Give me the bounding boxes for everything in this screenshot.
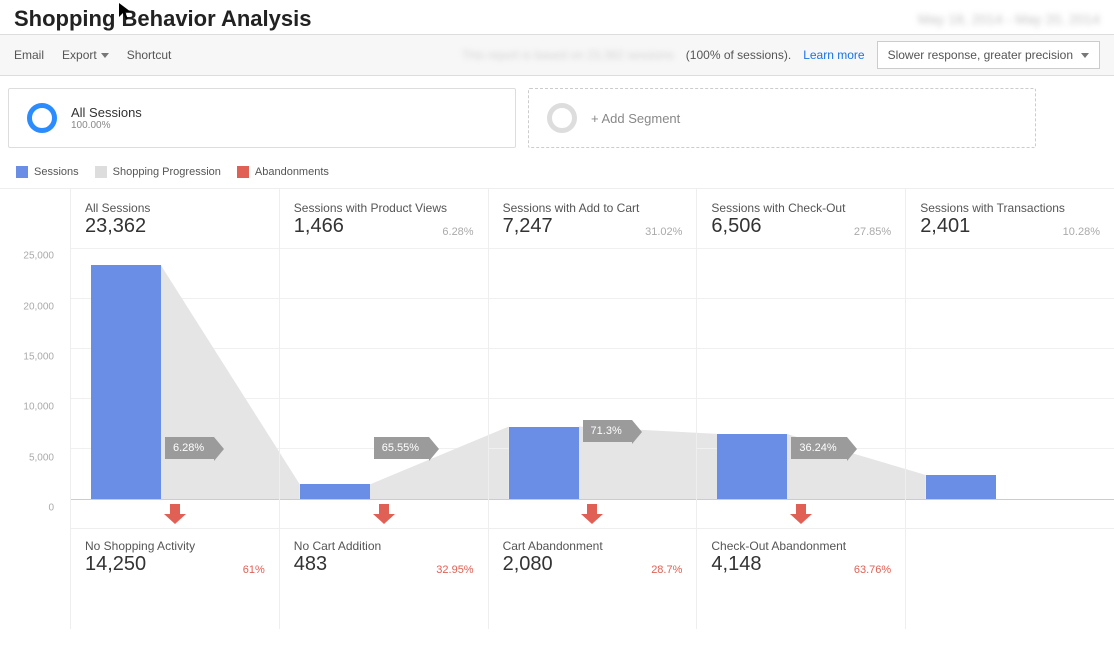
- stage-label: Sessions with Check-Out: [711, 201, 891, 215]
- funnel-chart: 0 5,000 10,000 15,000 20,000 25,000 All …: [0, 189, 1114, 629]
- stage-bar[interactable]: [509, 427, 579, 499]
- stage-pct: 27.85%: [854, 226, 891, 238]
- drop-arrow-row: [906, 500, 1114, 529]
- abandon-arrow-icon: [162, 502, 188, 526]
- abandonment-cell: [906, 529, 1114, 595]
- report-toolbar: Email Export Shortcut This report is bas…: [0, 34, 1114, 76]
- stage-bar[interactable]: [91, 265, 161, 499]
- ytick: 25,000: [23, 251, 54, 262]
- stage-value: 23,362: [85, 215, 146, 238]
- add-segment-label: + Add Segment: [591, 111, 680, 126]
- stage-bar-area: 65.55%: [280, 249, 488, 500]
- abandonment-cell[interactable]: Cart Abandonment2,080 28.7%: [489, 529, 697, 595]
- ytick: 20,000: [23, 301, 54, 312]
- stage-label: Sessions with Add to Cart: [503, 201, 683, 215]
- segment-ring-icon: [547, 103, 577, 133]
- chart-legend: Sessions Shopping Progression Abandonmen…: [0, 156, 1114, 189]
- abandonment-cell[interactable]: No Cart Addition483 32.95%: [280, 529, 488, 595]
- abandon-arrow-icon: [579, 502, 605, 526]
- abandonment-cell[interactable]: No Shopping Activity14,250 61%: [71, 529, 279, 595]
- abandon-value: 483: [294, 553, 327, 576]
- stage-label: Sessions with Product Views: [294, 201, 474, 215]
- stage-label: Sessions with Transactions: [920, 201, 1100, 215]
- stage-header[interactable]: Sessions with Check-Out6,506 27.85%: [697, 189, 905, 249]
- abandonment-cell[interactable]: Check-Out Abandonment4,148 63.76%: [697, 529, 905, 595]
- ytick: 5,000: [29, 452, 54, 463]
- segment-all-sessions[interactable]: All Sessions 100.00%: [8, 88, 516, 148]
- add-segment-button[interactable]: + Add Segment: [528, 88, 1036, 148]
- stage-header[interactable]: Sessions with Transactions2,401 10.28%: [906, 189, 1114, 249]
- funnel-stage: Sessions with Product Views1,466 6.28% 65.…: [279, 189, 488, 629]
- export-label: Export: [62, 48, 97, 62]
- date-range[interactable]: May 18, 2014 - May 20, 2014: [918, 11, 1100, 27]
- stage-bar-area: 6.28%: [71, 249, 279, 500]
- abandon-label: Check-Out Abandonment: [711, 539, 891, 553]
- funnel-stage: Sessions with Check-Out6,506 27.85% 36.24%…: [696, 189, 905, 629]
- abandon-label: No Cart Addition: [294, 539, 474, 553]
- stage-bar-area: 71.3%: [489, 249, 697, 500]
- stage-header[interactable]: All Sessions23,362: [71, 189, 279, 249]
- learn-more-link[interactable]: Learn more: [803, 48, 864, 62]
- abandon-value: 14,250: [85, 553, 146, 576]
- sampling-pct: (100% of sessions).: [686, 48, 791, 62]
- stage-label: All Sessions: [85, 201, 265, 215]
- caret-down-icon: [1081, 53, 1089, 58]
- stage-pct: 6.28%: [442, 226, 473, 238]
- stage-value: 1,466: [294, 215, 344, 238]
- stage-bar-area: 36.24%: [697, 249, 905, 500]
- legend-abandon: Abandonments: [237, 166, 329, 178]
- page-title: Shopping Behavior Analysis: [14, 6, 311, 32]
- abandon-pct: 28.7%: [651, 564, 682, 576]
- segment-ring-icon: [27, 103, 57, 133]
- stage-value: 6,506: [711, 215, 761, 238]
- sampling-blurred-text: This report is based on 23,362 sessions: [462, 48, 674, 62]
- abandon-label: No Shopping Activity: [85, 539, 265, 553]
- funnel-stage: Sessions with Add to Cart7,247 31.02% 71.3…: [488, 189, 697, 629]
- stage-bar[interactable]: [926, 475, 996, 499]
- caret-down-icon: [101, 53, 109, 58]
- flow-badge: 65.55%: [374, 437, 429, 459]
- funnel-stage: Sessions with Transactions2,401 10.28%: [905, 189, 1114, 629]
- export-dropdown[interactable]: Export: [62, 48, 109, 62]
- abandon-arrow-icon: [371, 502, 397, 526]
- abandon-value: 4,148: [711, 553, 761, 576]
- ytick: 10,000: [23, 402, 54, 413]
- drop-arrow-row: [489, 500, 697, 529]
- abandon-pct: 63.76%: [854, 564, 891, 576]
- legend-progression: Shopping Progression: [95, 166, 221, 178]
- drop-arrow-row: [280, 500, 488, 529]
- flow-badge: 71.3%: [583, 420, 632, 442]
- funnel-stage: All Sessions23,362 6.28% No Shopping Activ…: [70, 189, 279, 629]
- stage-pct: 31.02%: [645, 226, 682, 238]
- legend-sessions: Sessions: [16, 166, 79, 178]
- abandon-label: Cart Abandonment: [503, 539, 683, 553]
- stage-bar[interactable]: [717, 434, 787, 499]
- stage-bar[interactable]: [300, 484, 370, 499]
- shortcut-link[interactable]: Shortcut: [127, 48, 172, 62]
- segment-pct: 100.00%: [71, 120, 142, 131]
- ytick: 0: [48, 503, 54, 514]
- stage-value: 7,247: [503, 215, 553, 238]
- precision-label: Slower response, greater precision: [888, 48, 1073, 62]
- flow-badge: 6.28%: [165, 437, 214, 459]
- flow-badge: 36.24%: [791, 437, 846, 459]
- ytick: 15,000: [23, 351, 54, 362]
- abandon-pct: 61%: [243, 564, 265, 576]
- precision-dropdown[interactable]: Slower response, greater precision: [877, 41, 1100, 69]
- segment-name: All Sessions: [71, 105, 142, 120]
- email-link[interactable]: Email: [14, 48, 44, 62]
- stage-value: 2,401: [920, 215, 970, 238]
- y-axis: 0 5,000 10,000 15,000 20,000 25,000: [0, 267, 60, 519]
- stage-header[interactable]: Sessions with Product Views1,466 6.28%: [280, 189, 488, 249]
- stage-pct: 10.28%: [1063, 226, 1100, 238]
- stage-bar-area: [906, 249, 1114, 500]
- drop-arrow-row: [71, 500, 279, 529]
- abandon-value: 2,080: [503, 553, 553, 576]
- abandon-pct: 32.95%: [436, 564, 473, 576]
- stage-header[interactable]: Sessions with Add to Cart7,247 31.02%: [489, 189, 697, 249]
- abandon-arrow-icon: [788, 502, 814, 526]
- drop-arrow-row: [697, 500, 905, 529]
